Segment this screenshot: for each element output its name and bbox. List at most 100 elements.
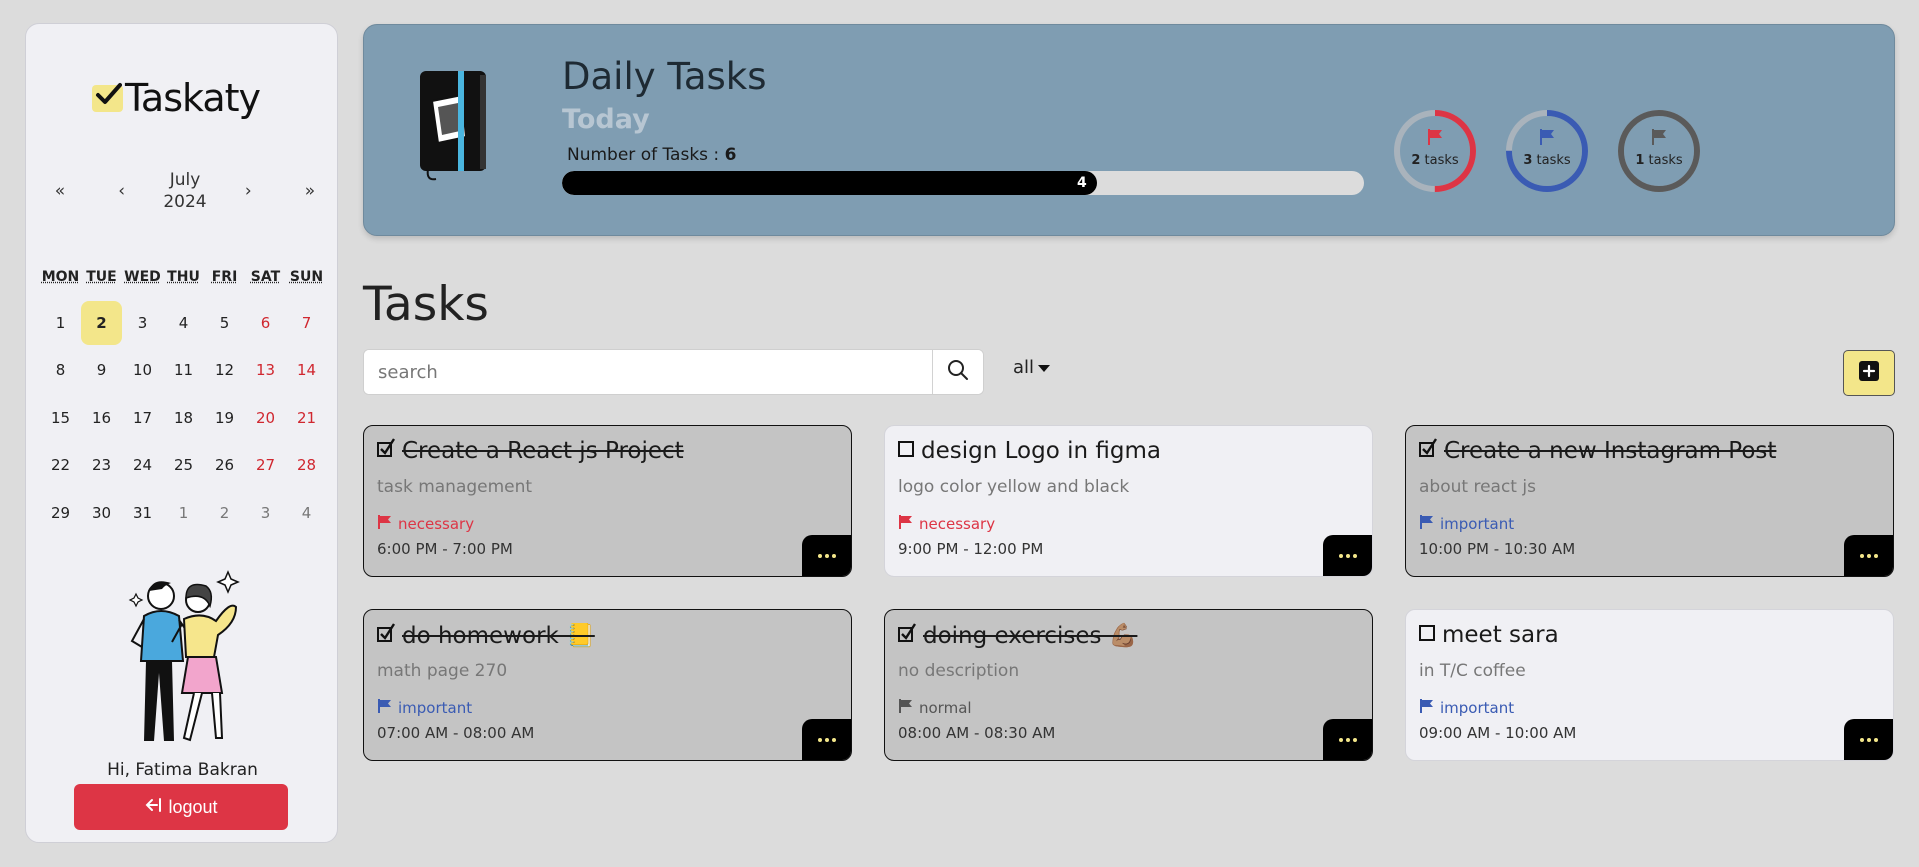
checked-box-icon[interactable] [376,438,396,464]
dot [1860,738,1864,742]
ring-label: 3 tasks [1505,153,1589,168]
more-options-button[interactable] [1844,719,1893,760]
task-title: Create a new Instagram Post [1418,438,1776,464]
calendar-day[interactable]: 1 [40,301,81,345]
calendar-day-other-month[interactable]: 4 [286,491,327,535]
necessary-ring[interactable]: 2 tasks [1393,109,1477,193]
checked-box-icon[interactable] [897,622,917,649]
app-logo[interactable]: Taskaty [92,76,261,120]
calendar-day[interactable]: 28 [286,443,327,487]
task-time: 6:00 PM - 7:00 PM [377,540,513,558]
unchecked-box-icon[interactable] [897,438,915,464]
logout-button[interactable]: logout [74,784,288,830]
task-card[interactable]: Create a new Instagram Post about react j… [1405,425,1894,577]
weekday-label: WED [124,269,161,285]
calendar-day[interactable]: 29 [40,491,81,535]
task-priority: normal [898,698,972,718]
dot [832,738,836,742]
task-count: Number of Tasks : 6 [567,145,736,165]
calendar-day[interactable]: 6 [245,301,286,345]
calendar-day[interactable]: 21 [286,396,327,440]
dot [1353,738,1357,742]
calendar-day-other-month[interactable]: 3 [245,491,286,535]
calendar-day[interactable]: 11 [163,348,204,392]
task-card[interactable]: design Logo in figma logo color yellow an… [884,425,1373,577]
unchecked-box-icon[interactable] [1418,622,1436,648]
calendar-day-other-month[interactable]: 2 [204,491,245,535]
calendar-day[interactable]: 14 [286,348,327,392]
ring-count: 1 [1635,153,1645,168]
add-task-button[interactable] [1843,350,1895,396]
next-month-button[interactable]: › [228,181,268,201]
task-title-text: Create a new Instagram Post [1444,438,1777,464]
more-options-button[interactable] [1323,719,1372,760]
calendar-day[interactable]: 18 [163,396,204,440]
task-time: 10:00 PM - 10:30 AM [1419,540,1576,558]
calendar-day[interactable]: 27 [245,443,286,487]
calendar-day[interactable]: 16 [81,396,122,440]
task-priority: important [377,698,472,718]
calendar-day[interactable]: 23 [81,443,122,487]
search-button[interactable] [932,350,983,394]
calendar-day[interactable]: 3 [122,301,163,345]
calendar-week: 22 23 24 25 26 27 28 [40,442,330,490]
more-options-button[interactable] [802,719,851,760]
calendar-day[interactable]: 7 [286,301,327,345]
task-card[interactable]: Create a React js Project task management… [363,425,852,577]
calendar-day[interactable]: 26 [204,443,245,487]
dot [832,554,836,558]
calendar-day[interactable]: 17 [122,396,163,440]
calendar-day[interactable]: 25 [163,443,204,487]
calendar-day[interactable]: 31 [122,491,163,535]
search-bar [363,349,984,395]
calendar-day[interactable]: 5 [204,301,245,345]
search-input[interactable] [364,350,932,394]
calendar-day[interactable]: 4 [163,301,204,345]
task-time: 08:00 AM - 08:30 AM [898,724,1056,742]
task-card[interactable]: doing exercises 💪🏽 no description normal 08… [884,609,1373,761]
calendar-day[interactable]: 9 [81,348,122,392]
important-ring[interactable]: 3 tasks [1505,109,1589,193]
prev-year-button[interactable]: « [40,181,80,201]
filter-dropdown[interactable]: all [1013,357,1051,378]
flag-icon [1419,698,1435,718]
dot [818,738,822,742]
flag-icon [898,698,914,718]
calendar-day[interactable]: 19 [204,396,245,440]
calendar-day-selected[interactable]: 2 [81,300,122,345]
task-card[interactable]: meet sara in T/C coffee important 09:00 AM … [1405,609,1894,761]
prev-month-button[interactable]: ‹ [102,181,142,201]
checked-box-icon[interactable] [376,622,396,649]
calendar-day[interactable]: 22 [40,443,81,487]
flag-icon [377,514,393,534]
calendar-day-other-month[interactable]: 1 [163,491,204,535]
calendar-day[interactable]: 20 [245,396,286,440]
calendar-month: July [169,170,201,190]
checked-box-icon[interactable] [1418,438,1438,464]
next-year-button[interactable]: » [290,181,330,201]
calendar-day[interactable]: 10 [122,348,163,392]
task-description: math page 270 [377,661,508,681]
task-priority: necessary [377,514,474,534]
task-card[interactable]: do homework 📒 math page 270 important 07:00… [363,609,852,761]
calendar-day[interactable]: 12 [204,348,245,392]
more-options-button[interactable] [1323,535,1372,576]
calendar-day[interactable]: 30 [81,491,122,535]
weekday-label: TUE [86,269,117,285]
more-options-button[interactable] [1844,535,1893,576]
daily-tasks-banner: Daily Tasks Today Number of Tasks : 6 4 … [363,24,1895,236]
more-options-button[interactable] [802,535,851,576]
flag-icon [898,514,914,534]
calendar-day[interactable]: 13 [245,348,286,392]
normal-ring[interactable]: 1 tasks [1617,109,1701,193]
task-count-label: Number of Tasks : [567,145,725,165]
task-description: task management [377,477,533,497]
task-title: do homework 📒 [376,622,595,649]
calendar-day[interactable]: 24 [122,443,163,487]
calendar-day[interactable]: 8 [40,348,81,392]
calendar-day[interactable]: 15 [40,396,81,440]
priority-label: necessary [398,515,475,533]
dot [825,738,829,742]
calendar-month-label[interactable]: July 2024 [163,169,206,213]
logout-arrow-icon [144,797,162,818]
